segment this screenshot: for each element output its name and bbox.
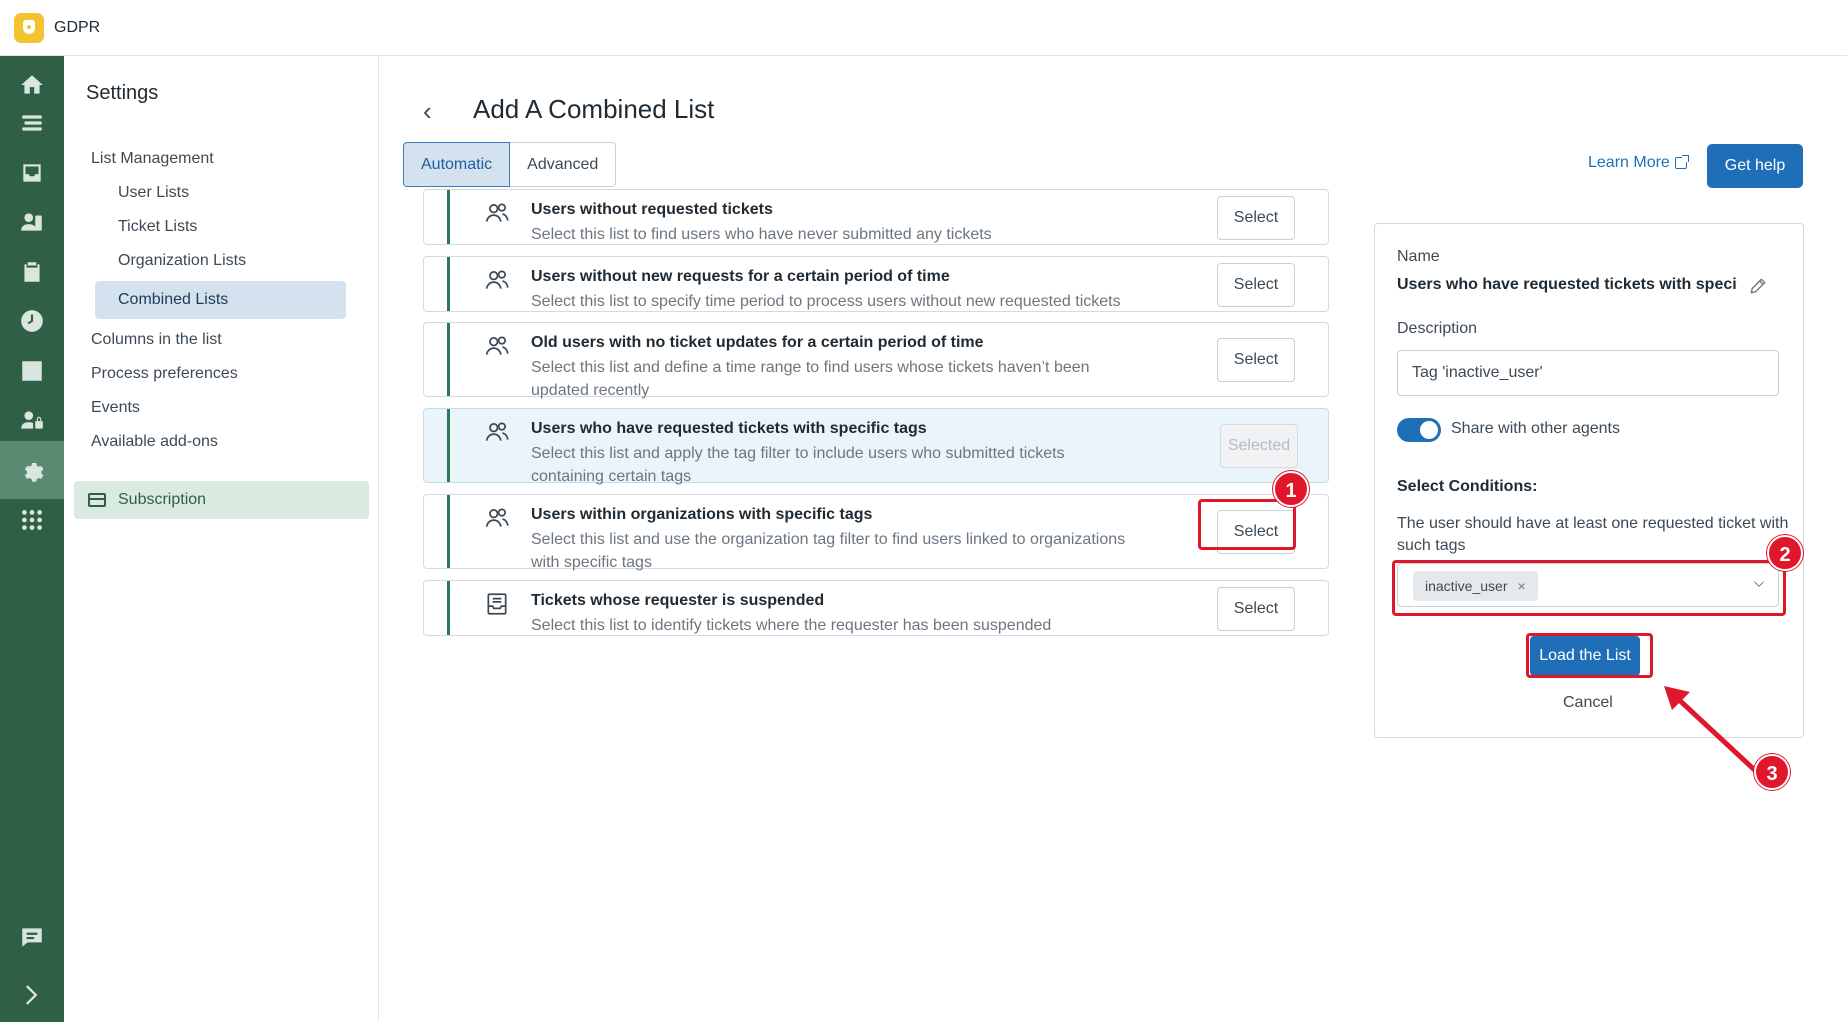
- learn-more-label: Learn More: [1588, 154, 1670, 171]
- nav-organization-lists[interactable]: Organization Lists: [118, 242, 246, 280]
- users-icon: [484, 333, 510, 359]
- name-label: Name: [1397, 248, 1440, 265]
- conditions-description: The user should have at least one reques…: [1397, 515, 1789, 554]
- list-title: Users who have requested tickets with sp…: [531, 420, 927, 437]
- list-description: Select this list and use the organizatio…: [531, 531, 1126, 571]
- list-description: Select this list to find users who have …: [531, 226, 992, 243]
- annotation-badge-1: 1: [1273, 471, 1309, 507]
- learn-more-link[interactable]: Learn More: [1588, 154, 1689, 172]
- list-title: Users without requested tickets: [531, 201, 773, 218]
- top-bar: GDPR: [0, 0, 1847, 56]
- nav-process-preferences[interactable]: Process preferences: [91, 355, 238, 393]
- page-title: Add A Combined List: [473, 94, 715, 124]
- list-title: Users without new requests for a certain…: [531, 268, 950, 285]
- description-label: Description: [1397, 320, 1478, 337]
- app-logo-icon: [14, 12, 44, 43]
- list-name-value: Users who have requested tickets with sp…: [1397, 276, 1737, 293]
- list-card[interactable]: Old users with no ticket updates for a c…: [423, 322, 1329, 399]
- list-description: Select this list and apply the tag filte…: [531, 445, 1065, 485]
- tab-automatic[interactable]: Automatic: [403, 142, 511, 187]
- expand-icon[interactable]: [0, 966, 64, 1022]
- share-toggle[interactable]: [1397, 418, 1441, 442]
- apps-grid-icon[interactable]: [0, 491, 64, 549]
- list-card[interactable]: Tickets whose requester is suspended Sel…: [423, 580, 1329, 636]
- list-title: Users within organizations with specific…: [531, 506, 873, 523]
- share-toggle-label: Share with other agents: [1451, 420, 1620, 437]
- credit-card-icon: [88, 493, 106, 507]
- select-button[interactable]: Select: [1217, 338, 1295, 382]
- nav-addons[interactable]: Available add-ons: [91, 423, 218, 461]
- nav-events[interactable]: Events: [91, 389, 140, 427]
- select-button[interactable]: Select: [1217, 263, 1295, 307]
- users-icon: [484, 419, 510, 445]
- get-help-button[interactable]: Get help: [1707, 144, 1803, 188]
- annotation-badge-2: 2: [1767, 535, 1803, 571]
- list-description: Select this list to identify tickets whe…: [531, 617, 1052, 634]
- settings-title: Settings: [86, 82, 159, 104]
- nav-list-management[interactable]: List Management: [91, 140, 214, 178]
- back-chevron-icon[interactable]: ‹: [423, 96, 445, 126]
- selected-button: Selected: [1220, 424, 1298, 468]
- nav-columns[interactable]: Columns in the list: [91, 321, 222, 359]
- nav-subscription-label: Subscription: [118, 491, 207, 508]
- list-card[interactable]: Users without requested tickets Select t…: [423, 189, 1329, 245]
- conditions-title: Select Conditions:: [1397, 478, 1538, 495]
- mode-tabs: Automatic Advanced: [403, 142, 617, 187]
- nav-subscription[interactable]: Subscription: [74, 481, 369, 519]
- annotation-badge-3: 3: [1754, 754, 1790, 790]
- list-description: Select this list to specify time period …: [531, 293, 1121, 310]
- list-card[interactable]: Users without new requests for a certain…: [423, 256, 1329, 312]
- external-link-icon: [1674, 155, 1689, 169]
- annotation-box-1: [1198, 499, 1296, 550]
- list-description: Select this list and define a time range…: [531, 359, 1090, 399]
- ticket-icon: [484, 591, 510, 617]
- users-icon: [484, 200, 510, 226]
- edit-pencil-icon[interactable]: [1748, 276, 1768, 296]
- tab-advanced[interactable]: Advanced: [510, 142, 617, 187]
- nav-ticket-lists[interactable]: Ticket Lists: [118, 208, 197, 246]
- list-card[interactable]: Users within organizations with specific…: [423, 494, 1329, 571]
- cancel-link[interactable]: Cancel: [1563, 694, 1613, 712]
- chat-icon[interactable]: [0, 908, 64, 966]
- list-title: Old users with no ticket updates for a c…: [531, 334, 984, 351]
- settings-sidebar: Settings List Management User Lists Tick…: [64, 56, 379, 1022]
- nav-combined-lists[interactable]: Combined Lists: [95, 281, 346, 319]
- annotation-box-3: [1526, 633, 1653, 678]
- nav-user-lists[interactable]: User Lists: [118, 174, 189, 212]
- list-card-selected[interactable]: Users who have requested tickets with sp…: [423, 408, 1329, 485]
- icon-rail: [0, 56, 64, 1022]
- users-icon: [484, 505, 510, 531]
- list-title: Tickets whose requester is suspended: [531, 592, 825, 609]
- select-button[interactable]: Select: [1217, 196, 1295, 240]
- app-title: GDPR: [54, 18, 101, 36]
- annotation-box-2: [1392, 560, 1786, 616]
- select-button[interactable]: Select: [1217, 587, 1295, 631]
- description-field[interactable]: Tag 'inactive_user': [1397, 350, 1779, 396]
- users-icon: [484, 267, 510, 293]
